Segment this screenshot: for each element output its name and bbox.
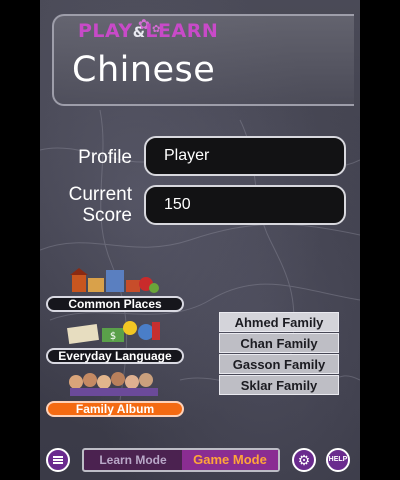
- profile-field[interactable]: Player: [144, 136, 346, 176]
- menu-button[interactable]: [46, 448, 70, 472]
- gear-icon: ⚙: [297, 452, 311, 468]
- bottom-bar: Learn Mode Game Mode ⚙ HELP: [40, 440, 360, 480]
- category-family-album-button[interactable]: Family Album: [46, 401, 184, 417]
- common-places-illustration: [70, 268, 159, 293]
- logo-play-learn: PLAY&LEARN: [78, 20, 218, 42]
- score-field: 150: [144, 185, 346, 225]
- app-screen: ✿ ✿ PLAY&LEARN Chinese Profile Player Cu…: [40, 0, 360, 480]
- score-label: Current Score: [44, 184, 132, 226]
- settings-button[interactable]: ⚙: [292, 448, 316, 472]
- score-label-line1: Current: [68, 184, 132, 205]
- menu-icon: [53, 456, 63, 464]
- category-common-places-button[interactable]: Common Places: [46, 296, 184, 312]
- everyday-language-illustration: $: [67, 321, 160, 344]
- score-label-line2: Score: [82, 205, 132, 226]
- logo-amp: &: [132, 25, 146, 41]
- profile-label: Profile: [78, 147, 132, 168]
- family-item-sklar[interactable]: Sklar Family: [219, 375, 339, 395]
- help-button[interactable]: HELP: [326, 448, 350, 472]
- mode-toggle: Learn Mode Game Mode: [82, 448, 280, 472]
- logo-play: PLAY: [78, 20, 133, 42]
- family-list: Ahmed Family Chan Family Gasson Family S…: [219, 312, 339, 396]
- family-album-illustration: [69, 372, 158, 396]
- family-item-ahmed[interactable]: Ahmed Family: [219, 312, 339, 332]
- learn-mode-button[interactable]: Learn Mode: [84, 450, 182, 470]
- family-item-chan[interactable]: Chan Family: [219, 333, 339, 353]
- game-mode-button[interactable]: Game Mode: [182, 450, 278, 470]
- logo-learn: LEARN: [145, 20, 219, 42]
- app-title: Chinese: [72, 50, 216, 90]
- category-everyday-language-button[interactable]: Everyday Language: [46, 348, 184, 364]
- family-item-gasson[interactable]: Gasson Family: [219, 354, 339, 374]
- svg-text:$: $: [110, 331, 116, 342]
